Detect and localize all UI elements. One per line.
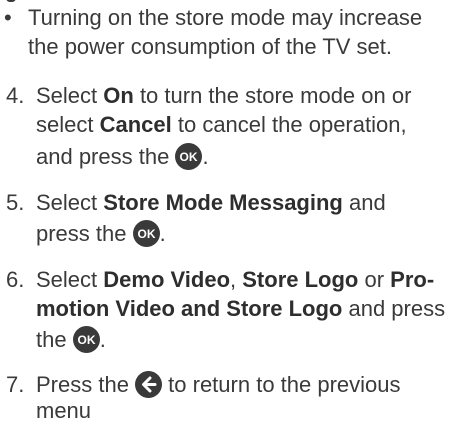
- back-arrow-icon: [135, 371, 163, 398]
- manual-page: • Turning on the store mode may increase…: [0, 0, 470, 424]
- option-on: On: [103, 83, 134, 108]
- step-6-line-1: Select Demo Video, Store Logo or Pro-: [36, 267, 435, 292]
- step-6-line-3: the OK.: [36, 326, 106, 353]
- option-promotion-video-and-store-logo: motion Video and Store Logo: [36, 296, 343, 321]
- svg-text:OK: OK: [137, 227, 155, 241]
- step-7-line-1: Press the to return to the previous: [36, 371, 401, 398]
- ok-button-icon: OK: [132, 220, 160, 247]
- ok-button-icon: OK: [72, 326, 100, 353]
- svg-text:OK: OK: [77, 333, 95, 347]
- option-promotion-video-start: Pro-: [390, 267, 435, 292]
- svg-text:OK: OK: [180, 150, 198, 164]
- option-store-mode-messaging: Store Mode Messaging: [103, 190, 343, 215]
- option-cancel: Cancel: [99, 112, 172, 137]
- bullet-note-line-1: Turning on the store mode may increase: [28, 5, 423, 30]
- step-4-line-1: Select On to turn the store mode on or: [36, 83, 412, 108]
- step-number: 6.: [6, 267, 25, 292]
- step-5-line-1: Select Store Mode Messaging and: [36, 190, 386, 215]
- bullet-marker: •: [4, 5, 12, 30]
- step-4-line-2: select Cancel to cancel the operation,: [36, 112, 407, 137]
- step-number: 5.: [6, 190, 25, 215]
- step-7-line-2: menu: [36, 398, 92, 423]
- step-5-line-2: press the OK.: [36, 220, 166, 247]
- bullet-note-line-2: the power consumption of the TV set.: [28, 34, 393, 59]
- step-6-line-2: motion Video and Store Logo and press: [36, 296, 446, 321]
- step-number: 7.: [6, 372, 25, 397]
- ok-button-icon: OK: [175, 143, 203, 170]
- option-demo-video: Demo Video: [103, 267, 231, 292]
- cropped-text-fragment: [6, 0, 16, 2]
- step-number: 4.: [6, 83, 25, 108]
- step-4-line-3: and press the OK.: [36, 143, 209, 170]
- option-store-logo: Store Logo: [242, 267, 359, 292]
